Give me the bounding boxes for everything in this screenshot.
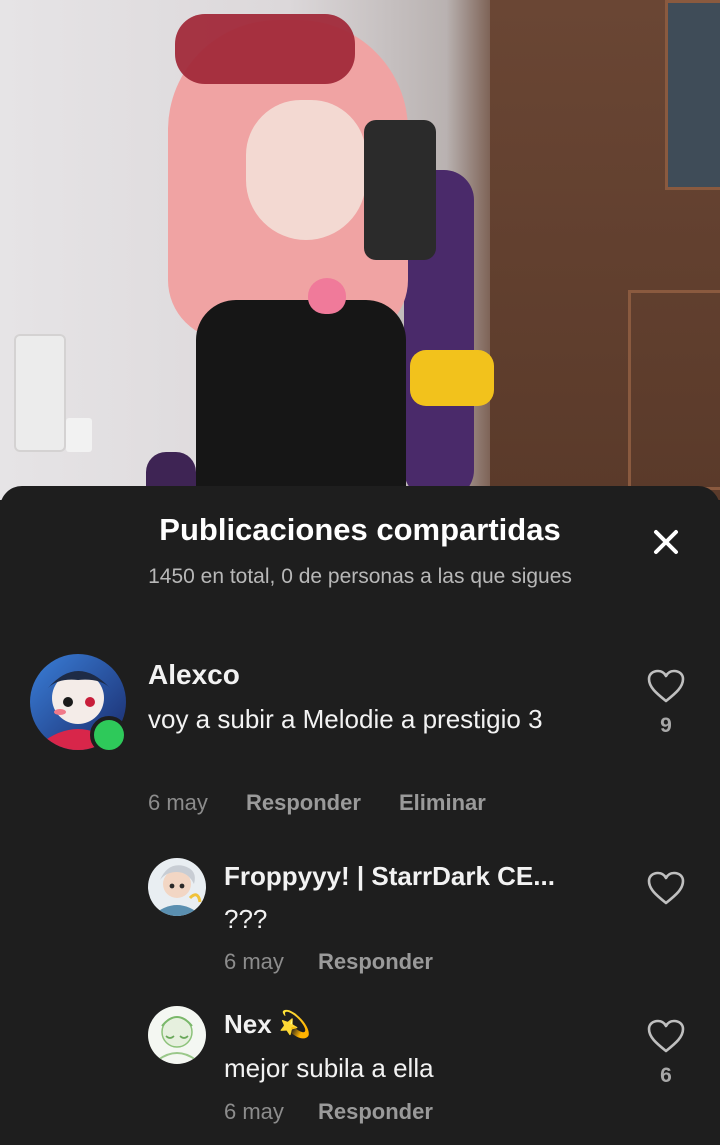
like-button[interactable] <box>646 668 686 704</box>
like-button[interactable] <box>646 1018 686 1054</box>
heart-icon <box>647 669 685 703</box>
like-button[interactable] <box>646 870 686 906</box>
door-panel <box>628 290 720 490</box>
close-icon <box>654 530 678 554</box>
close-button[interactable] <box>644 520 688 564</box>
intercom-base <box>66 418 92 452</box>
heart-icon <box>647 1019 685 1053</box>
comment-date: 6 may <box>148 790 208 815</box>
like-count: 9 <box>660 714 672 737</box>
sheet-title: Publicaciones compartidas <box>159 512 561 547</box>
online-status-icon <box>90 716 128 754</box>
heart-icon <box>647 871 685 905</box>
reply-date: 6 may <box>224 1099 284 1124</box>
reply-button[interactable]: Responder <box>318 949 433 975</box>
figure-phone <box>364 120 436 260</box>
like-count: 6 <box>660 1064 672 1087</box>
reply-username[interactable]: Nex 💫 <box>224 1009 311 1040</box>
comment-text: voy a subir a Melodie a prestigio 3 <box>148 704 543 734</box>
reply-username[interactable]: Froppyyy! | StarrDark CE... <box>224 861 555 892</box>
comments-sheet: Publicaciones compartidas 1450 en total,… <box>0 486 720 1145</box>
figure-bow <box>175 14 355 84</box>
background-video-frame[interactable] <box>0 0 720 500</box>
figure-heart-pendant <box>308 278 346 314</box>
reply-date: 6 may <box>224 949 284 974</box>
figure-body <box>196 300 406 500</box>
figure-cuff <box>410 350 494 406</box>
door-panel <box>665 0 720 190</box>
reply-button[interactable]: Responder <box>246 790 361 816</box>
reply-text: ??? <box>224 904 268 934</box>
avatar[interactable] <box>148 1006 206 1064</box>
avatar[interactable] <box>148 858 206 916</box>
sheet-subtitle: 1450 en total, 0 de personas a las que s… <box>148 565 572 588</box>
figure-face <box>246 100 366 240</box>
delete-button[interactable]: Eliminar <box>399 790 486 816</box>
intercom <box>14 334 66 452</box>
reply-text: mejor subila a ella <box>224 1053 434 1083</box>
reply-button[interactable]: Responder <box>318 1099 433 1125</box>
comment-username[interactable]: Alexco <box>148 659 240 691</box>
